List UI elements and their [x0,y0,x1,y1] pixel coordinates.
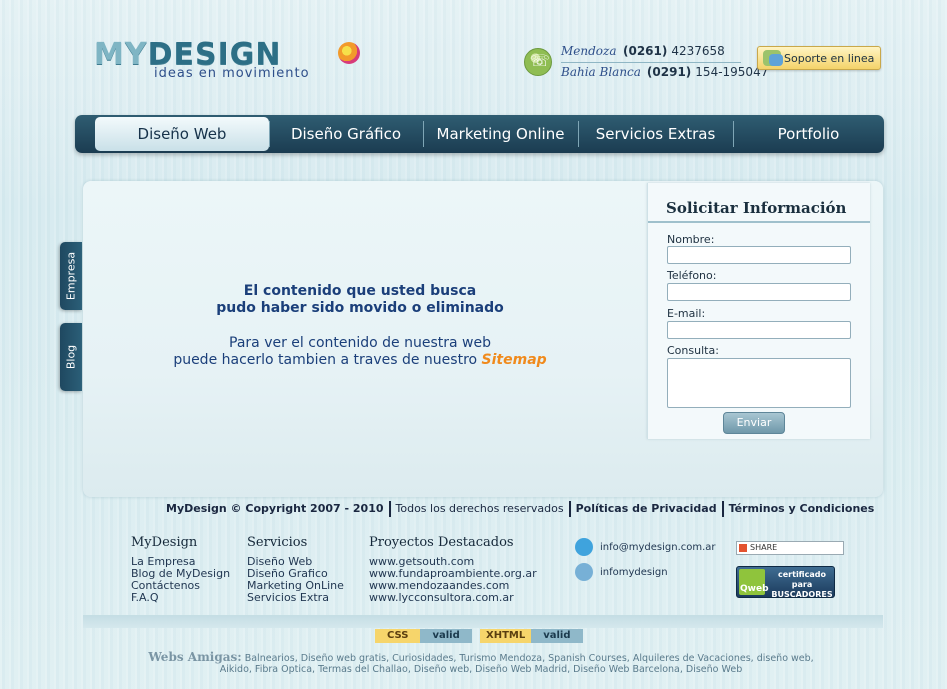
nav-item-diseno-grafico[interactable]: Diseño Gráfico [269,115,423,153]
footer-link[interactable]: F.A.Q [131,592,230,604]
skype-icon [575,538,593,556]
side-tab-blog[interactable]: Blog [60,323,82,391]
name-field[interactable] [667,246,851,264]
sitemap-link[interactable]: Sitemap [482,352,547,368]
privacy-link[interactable]: Políticas de Privacidad [576,502,717,515]
logo[interactable]: MYDESIGN ideas en movimiento [94,40,360,81]
chat-bubble-icon-secondary [769,54,783,66]
copyright-text: MyDesign © Copyright 2007 - 2010 [166,502,384,515]
divider [388,501,391,517]
messenger-contact[interactable]: infomydesign [575,563,668,581]
css-valid-badge[interactable]: CSS valid [375,629,472,643]
share-button[interactable]: SHARE [736,541,844,555]
messenger-icon [575,563,593,581]
nav-item-servicios-extras[interactable]: Servicios Extras [578,115,733,153]
phone-label: Teléfono: [667,269,717,282]
email-field[interactable] [667,321,851,339]
nav-item-diseno-web[interactable]: Diseño Web [95,117,269,151]
phone-mendoza: Mendoza (0261) 4237658 [561,44,725,58]
divider [568,501,571,517]
nav-item-marketing-online[interactable]: Marketing Online [423,115,578,153]
email-label: E-mail: [667,307,706,320]
online-support-button[interactable]: Soporte en linea [757,46,881,70]
phone-bahia-blanca: Bahia Blanca (0291) 154-195047 [561,65,769,79]
divider [721,501,724,517]
qweb-certificate-badge[interactable]: Qweb certificado para BUSCADORES [736,566,835,599]
friend-sites: Webs Amigas: Balnearios, Diseño web grat… [148,650,814,675]
query-field[interactable] [667,358,851,408]
footer-column-proyectos: Proyectos Destacados www.getsouth.com ww… [369,535,537,604]
logo-mark-icon [338,42,360,64]
nav-item-portfolio[interactable]: Portfolio [733,115,884,153]
query-label: Consulta: [667,344,719,357]
error-message: El contenido que usted busca pudo haber … [216,283,504,316]
friend-links[interactable]: Balnearios, Diseño web gratis, Curiosida… [220,653,814,675]
form-title: Solicitar Información [666,199,847,217]
sitemap-message: Para ver el contenido de nuestra web pue… [173,335,547,368]
skype-contact[interactable]: info@mydesign.com.ar [575,538,716,556]
name-label: Nombre: [667,233,715,246]
phone-divider [561,62,741,63]
phone-icon [524,48,552,76]
copyright-bar: MyDesign © Copyright 2007 - 2010 Todos lo… [166,501,874,517]
submit-button[interactable]: Enviar [723,412,785,434]
share-plus-icon [739,543,747,552]
contact-form: Solicitar Información Nombre: Teléfono: … [647,183,870,439]
main-nav: Diseño Web Diseño Gráfico Marketing Onli… [75,115,884,153]
terms-link[interactable]: Términos y Condiciones [729,502,875,515]
online-support-label: Soporte en linea [784,52,875,65]
footer-link[interactable]: www.lycconsultora.com.ar [369,592,537,604]
phone-field[interactable] [667,283,851,301]
footer-link[interactable]: Servicios Extra [247,592,344,604]
logo-tagline: ideas en movimiento [154,66,310,81]
form-title-divider [648,221,870,223]
footer-column-mydesign: MyDesign La Empresa Blog de MyDesign Con… [131,535,231,604]
side-tab-empresa[interactable]: Empresa [60,242,82,310]
rights-text: Todos los derechos reservados [395,502,564,515]
xhtml-valid-badge[interactable]: XHTML valid [480,629,583,643]
footer-strip [83,615,883,628]
footer-column-servicios: Servicios Diseño Web Diseño Grafico Mark… [247,535,344,604]
